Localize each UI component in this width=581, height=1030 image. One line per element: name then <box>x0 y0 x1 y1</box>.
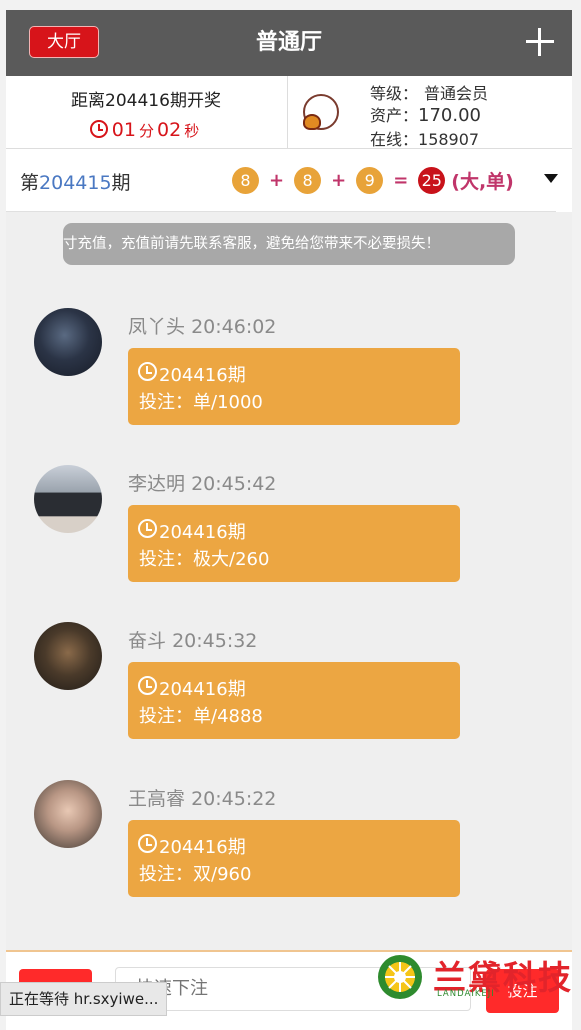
bet-detail: 投注：极大/260 <box>139 549 270 570</box>
period-suffix: 期 <box>111 172 131 194</box>
bet-period: 204416期 <box>159 365 246 386</box>
chat-message: 凤丫头 20:46:02 204416期 投注：单/1000 <box>6 308 572 448</box>
divider <box>6 211 556 212</box>
bet-bubble: 204416期 投注：单/4888 <box>128 662 460 739</box>
logo-subtext: LANDAIKEJI <box>437 989 495 999</box>
sender-name: 凤丫头 <box>128 316 186 338</box>
sender-name: 王高睿 <box>128 788 186 810</box>
bet-bubble: 204416期 投注：单/1000 <box>128 348 460 425</box>
chat-message: 李达明 20:45:42 204416期 投注：极大/260 <box>6 465 572 605</box>
notice-text: 寸充值，充值前请先联系客服，避免给您带来不必要损失！ <box>63 236 440 252</box>
minutes-unit: 分 <box>138 122 154 140</box>
assets-value: 170.00 <box>418 105 481 126</box>
message-sender: 李达明 20:45:42 <box>128 469 276 496</box>
bubble-period: 204416期 <box>138 675 246 701</box>
divider <box>287 76 288 148</box>
user-avatar[interactable] <box>303 94 339 130</box>
message-sender: 奋斗 20:45:32 <box>128 626 257 653</box>
message-time: 20:46:02 <box>191 316 277 338</box>
watermark-logo: 兰黛科技 LANDAIKEJI <box>375 953 571 1003</box>
countdown-timer: 01 分 02 秒 <box>6 119 286 141</box>
chat-message: 奋斗 20:45:32 204416期 投注：单/4888 <box>6 622 572 762</box>
message-time: 20:45:42 <box>191 473 277 495</box>
browser-status-bar: 正在等待 hr.sxyiwe... <box>0 982 168 1016</box>
bubble-period: 204416期 <box>138 518 246 544</box>
top-bar: 普通厅 大厅 <box>6 10 572 76</box>
avatar[interactable] <box>34 465 102 533</box>
bubble-period: 204416期 <box>138 361 246 387</box>
clock-icon <box>138 362 157 381</box>
bet-detail: 投注：单/4888 <box>139 706 263 727</box>
add-icon[interactable] <box>526 28 554 56</box>
bet-bubble: 204416期 投注：极大/260 <box>128 505 460 582</box>
countdown-seconds: 02 <box>157 119 182 141</box>
result-ball: 8 <box>232 166 259 194</box>
countdown-label: 距离204416期开奖 <box>71 91 221 111</box>
message-sender: 凤丫头 20:46:02 <box>128 312 276 339</box>
level-row: 等级： 普通会员 <box>370 80 488 104</box>
avatar[interactable] <box>34 308 102 376</box>
clock-icon <box>89 120 108 138</box>
level-label: 等级： <box>370 84 419 103</box>
assets-label: 资产： <box>370 106 419 125</box>
level-value: 普通会员 <box>424 84 489 103</box>
chat-message: 王高睿 20:45:22 204416期 投注：双/960 <box>6 780 572 920</box>
dropdown-caret-icon[interactable] <box>544 174 558 183</box>
bet-period: 204416期 <box>159 837 246 858</box>
clock-icon <box>138 676 157 695</box>
result-text: (大,单) <box>451 170 514 193</box>
period-label: 第204415期 <box>20 168 131 195</box>
notice-banner: 寸充值，充值前请先联系客服，避免给您带来不必要损失！ <box>63 223 515 265</box>
sender-name: 奋斗 <box>128 630 167 652</box>
bet-detail: 投注：双/960 <box>139 864 252 885</box>
message-time: 20:45:22 <box>191 788 277 810</box>
plus-sign: + <box>331 169 347 191</box>
bet-bubble: 204416期 投注：双/960 <box>128 820 460 897</box>
bet-period: 204416期 <box>159 679 246 700</box>
avatar[interactable] <box>34 780 102 848</box>
online-value: 158907 <box>418 130 480 149</box>
last-result-row[interactable]: 第204415期 8 + 8 + 9 = 25 (大,单) <box>6 149 572 212</box>
period-prefix: 第 <box>20 172 40 194</box>
avatar[interactable] <box>34 622 102 690</box>
seconds-unit: 秒 <box>184 122 200 140</box>
info-panel: 距离204416期开奖 01 分 02 秒 等级： 普通会员 资产：170.00 在线：… <box>6 76 572 149</box>
online-label: 在线： <box>370 130 419 149</box>
result-ball: 8 <box>294 166 322 194</box>
assets-row: 资产：170.00 <box>370 102 481 126</box>
period-number: 204415 <box>39 172 112 194</box>
hall-button[interactable]: 大厅 <box>29 26 99 58</box>
sender-name: 李达明 <box>128 473 186 495</box>
clock-icon <box>138 834 157 853</box>
message-time: 20:45:32 <box>172 630 258 652</box>
sum-ball: 25 <box>418 166 446 194</box>
bubble-period: 204416期 <box>138 833 246 859</box>
clock-icon <box>138 519 157 538</box>
logo-mark-icon <box>378 955 422 999</box>
app-frame: 普通厅 大厅 距离204416期开奖 01 分 02 秒 等级： 普通会员 资产：170… <box>6 10 572 1030</box>
bet-period: 204416期 <box>159 522 246 543</box>
equals-sign: = <box>393 169 409 191</box>
plus-sign: + <box>269 169 285 191</box>
online-row: 在线：158907 <box>370 126 479 150</box>
bet-detail: 投注：单/1000 <box>139 392 263 413</box>
result-balls: 8 + 8 + 9 = 25 (大,单) <box>232 166 514 194</box>
countdown-minutes: 01 <box>111 119 136 141</box>
result-ball: 9 <box>356 166 384 194</box>
message-sender: 王高睿 20:45:22 <box>128 784 276 811</box>
